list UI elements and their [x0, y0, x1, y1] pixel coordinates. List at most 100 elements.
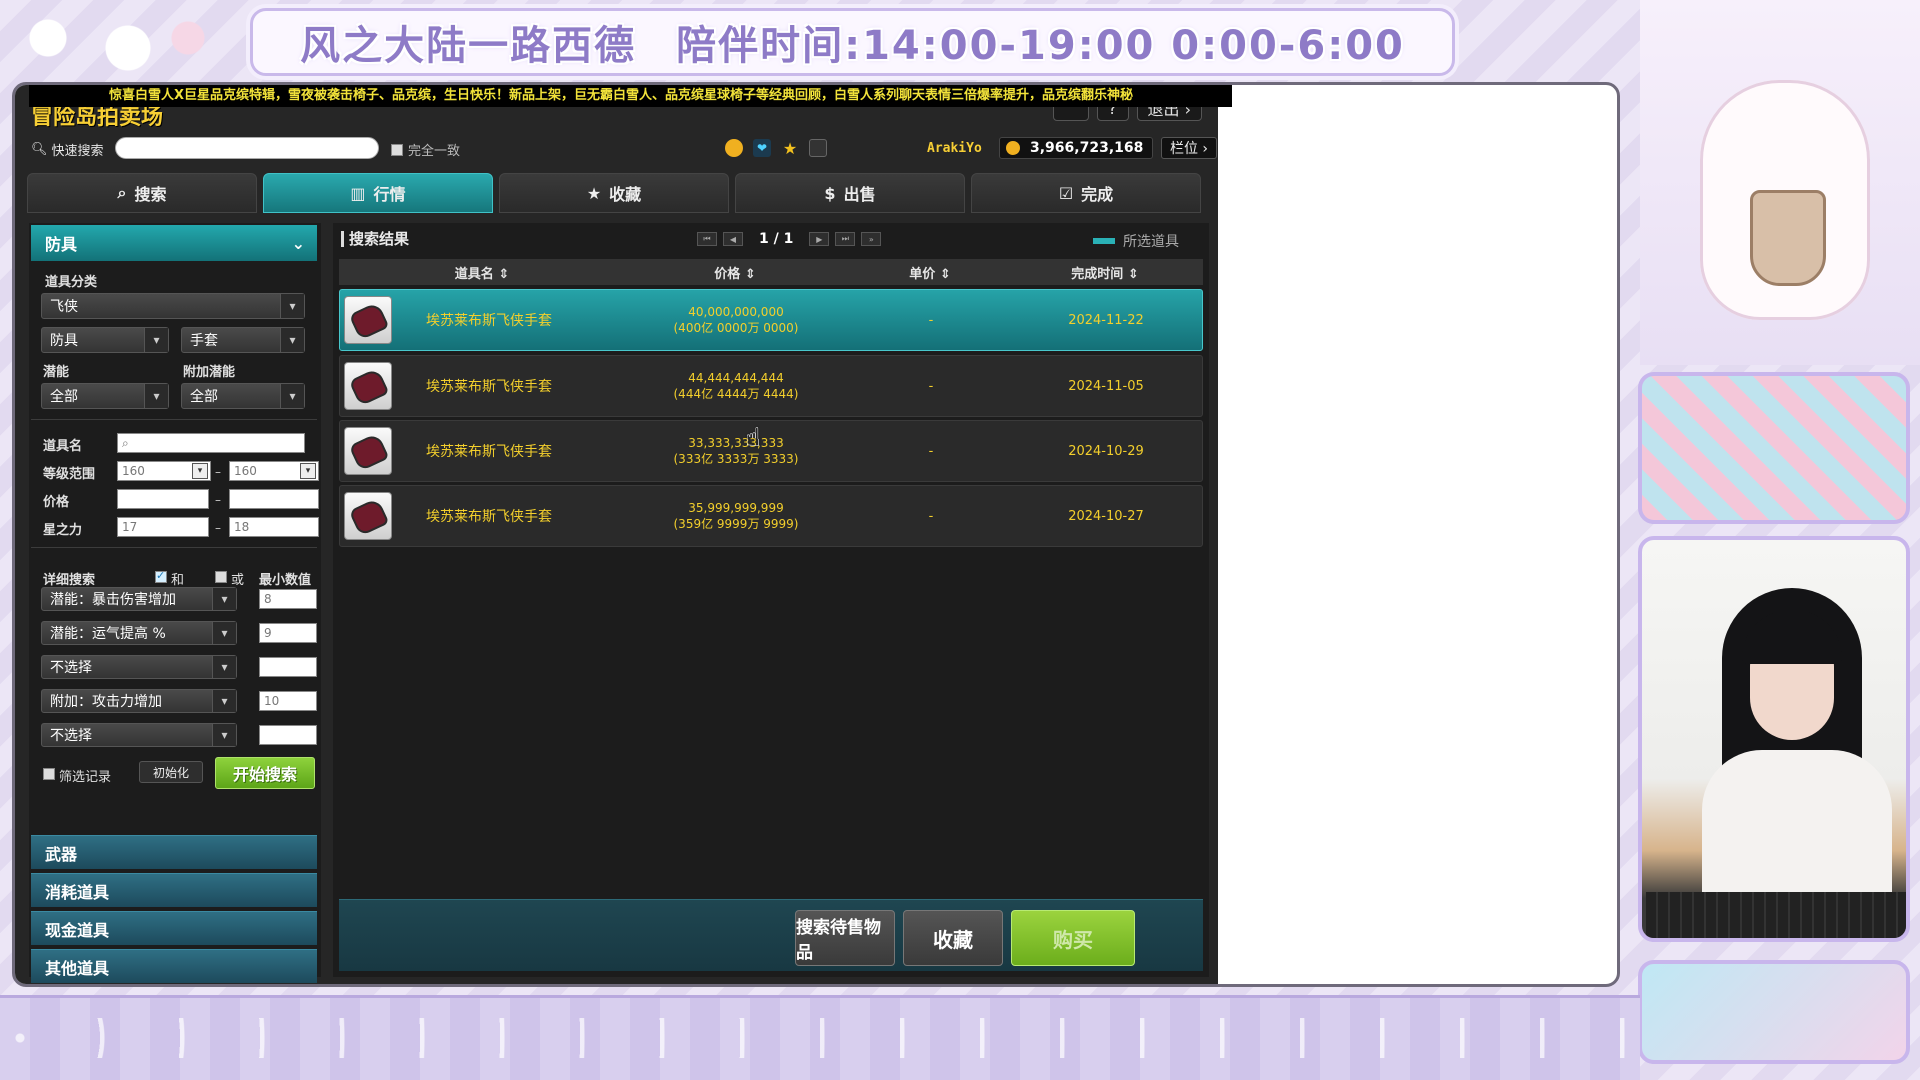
category-header[interactable]: 防具 ⌄: [31, 225, 317, 261]
col-completion-time[interactable]: 完成时间 ⇕: [1015, 263, 1195, 282]
empty-filter-icon[interactable]: [809, 139, 827, 157]
overlay-bottom-card: [1638, 960, 1910, 1064]
bonus-potential-label: 附加潜能: [183, 365, 236, 380]
first-page-icon[interactable]: ⏮: [697, 232, 717, 246]
next-page-icon[interactable]: ▶: [809, 232, 830, 246]
webcam-feed: [1638, 536, 1910, 942]
meso-filter-icon[interactable]: [725, 139, 743, 157]
option-value-input-5[interactable]: [259, 725, 317, 745]
exact-match-checkbox[interactable]: [391, 143, 403, 156]
star-filter-icon[interactable]: ★: [781, 139, 799, 158]
meso-amount: 3,966,723,168: [1030, 140, 1144, 156]
start-search-button[interactable]: 开始搜索: [215, 757, 315, 789]
class-select[interactable]: 飞侠 ▾: [41, 293, 305, 319]
option-select-3[interactable]: 不选择 ▾: [41, 655, 237, 679]
subtype-select[interactable]: 手套 ▾: [181, 327, 305, 353]
overlay-bottom-strip: [0, 995, 1640, 1080]
search-icon: ⌕: [117, 183, 127, 202]
category-consumable[interactable]: 消耗道具: [31, 873, 317, 907]
tab-favorites[interactable]: ★ 收藏: [499, 173, 729, 213]
chevron-down-icon: ▾: [212, 622, 236, 644]
tab-complete[interactable]: ☑ 完成: [971, 173, 1201, 213]
game-window: 冒险岛拍卖场 ⌃ ? 退出 › 🔍︎ 快速搜索 完全一致 ❤ ★ ArakiYo…: [12, 82, 1620, 987]
option-select-1[interactable]: 潜能：暴击伤害增加 ▾: [41, 587, 237, 611]
banner-title: 风之大陆一路西德: [300, 23, 637, 69]
item-name-input[interactable]: ⌕: [117, 433, 305, 453]
search-pending-button[interactable]: 搜索待售物品: [795, 910, 895, 966]
col-unit-price[interactable]: 单价 ⇕: [845, 263, 1015, 282]
option-select-4[interactable]: 附加：攻击力增加 ▾: [41, 689, 237, 713]
favorite-button[interactable]: 收藏: [903, 910, 1003, 966]
filter-panel: 防具 ⌄ 道具分类 飞侠 ▾ 防具 ▾ 手套 ▾ 潜能 附加潜能 全部 ▾ 全部…: [29, 223, 321, 983]
chevron-down-icon: ▾: [212, 588, 236, 610]
table-row[interactable]: 埃苏莱布斯飞侠手套 35,999,999,999 (359亿 9999万 999…: [339, 485, 1203, 547]
col-name[interactable]: 道具名 ⇕: [339, 263, 625, 282]
or-checkbox[interactable]: [215, 571, 227, 583]
stream-banner: 风之大陆一路西德 陪伴时间:14:00-19:00 0:00-6:00: [250, 8, 1455, 76]
potential-select[interactable]: 全部 ▾: [41, 383, 169, 409]
category-other[interactable]: 其他道具: [31, 949, 317, 983]
option-value-input-4[interactable]: 10: [259, 691, 317, 711]
filter-record-checkbox[interactable]: [43, 768, 55, 780]
chevron-down-icon: ▾: [280, 328, 304, 352]
option-value-input-1[interactable]: 8: [259, 589, 317, 609]
search-icon: ⌕: [122, 436, 129, 450]
price-max-input[interactable]: [229, 489, 319, 509]
reset-button[interactable]: 初始化: [139, 761, 203, 783]
star-force-label: 星之力: [43, 523, 83, 538]
chevron-down-icon[interactable]: ▾: [300, 463, 316, 479]
pagination: ⏮ ◀ 1 / 1 ▶ ⏭ »: [697, 231, 882, 247]
tab-sell[interactable]: $ 出售: [735, 173, 965, 213]
chevron-down-icon: ▾: [212, 724, 236, 746]
category-weapon[interactable]: 武器: [31, 835, 317, 869]
table-row[interactable]: 埃苏莱布斯飞侠手套 40,000,000,000 (400亿 0000万 000…: [339, 289, 1203, 351]
star-icon: ★: [586, 183, 602, 203]
quick-search-label: 快速搜索: [51, 144, 104, 159]
and-checkbox[interactable]: [155, 569, 167, 583]
chevron-down-icon: ⌄: [291, 233, 305, 253]
chevron-down-icon: ▾: [212, 656, 236, 678]
heart-filter-icon[interactable]: ❤: [753, 139, 771, 157]
potential-label: 潜能: [43, 365, 70, 380]
chevron-down-icon: ▾: [212, 690, 236, 712]
option-value-input-2[interactable]: 9: [259, 623, 317, 643]
search-icon: 🔍︎: [31, 142, 48, 157]
bonus-potential-select[interactable]: 全部 ▾: [181, 383, 305, 409]
option-select-5[interactable]: 不选择 ▾: [41, 723, 237, 747]
category-cash-item[interactable]: 现金道具: [31, 911, 317, 945]
table-row[interactable]: 埃苏莱布斯飞侠手套 33,333,333,333 (333亿 3333万 333…: [339, 420, 1203, 482]
quick-search-row: 🔍︎ 快速搜索 完全一致 ❤ ★ ArakiYo 3,966,723,168 栏…: [31, 137, 1217, 161]
price-min-input[interactable]: [117, 489, 209, 509]
selected-item-legend: 所选道具: [1093, 231, 1179, 251]
bar-chart-icon: ▥: [350, 183, 366, 203]
filter-record-label: 筛选记录: [59, 770, 112, 785]
quick-search-input[interactable]: [115, 137, 379, 159]
meso-coin-icon: [1006, 141, 1020, 155]
last-page-icon[interactable]: ⏭: [835, 232, 856, 246]
results-title: 搜索结果: [341, 231, 409, 247]
buy-button[interactable]: 购买: [1011, 910, 1135, 966]
col-price[interactable]: 价格 ⇕: [625, 263, 845, 282]
and-label: 和: [171, 573, 185, 588]
tab-market[interactable]: ▥ 行情: [263, 173, 493, 213]
level-range-label: 等级范围: [43, 467, 96, 482]
star-min-input[interactable]: 17: [117, 517, 209, 537]
prev-page-icon[interactable]: ◀: [723, 232, 743, 246]
skip-page-icon[interactable]: »: [861, 232, 882, 246]
slot-button[interactable]: 栏位 ›: [1161, 137, 1217, 159]
type-select[interactable]: 防具 ▾: [41, 327, 169, 353]
price-label: 价格: [43, 495, 70, 510]
chevron-down-icon: ▾: [280, 294, 304, 318]
chevron-down-icon[interactable]: ▾: [192, 463, 208, 479]
star-max-input[interactable]: 18: [229, 517, 319, 537]
glove-icon: [344, 296, 392, 344]
level-min-input[interactable]: 160 ▾: [117, 461, 211, 481]
option-value-input-3[interactable]: [259, 657, 317, 677]
option-select-2[interactable]: 潜能：运气提高 % ▾: [41, 621, 237, 645]
glove-icon: [344, 427, 392, 475]
level-max-input[interactable]: 160 ▾: [229, 461, 319, 481]
tab-search[interactable]: ⌕ 搜索: [27, 173, 257, 213]
user-name: ArakiYo: [927, 141, 982, 156]
hand-cursor-icon: ☝: [745, 423, 761, 453]
table-row[interactable]: 埃苏莱布斯飞侠手套 44,444,444,444 (444亿 4444万 444…: [339, 355, 1203, 417]
